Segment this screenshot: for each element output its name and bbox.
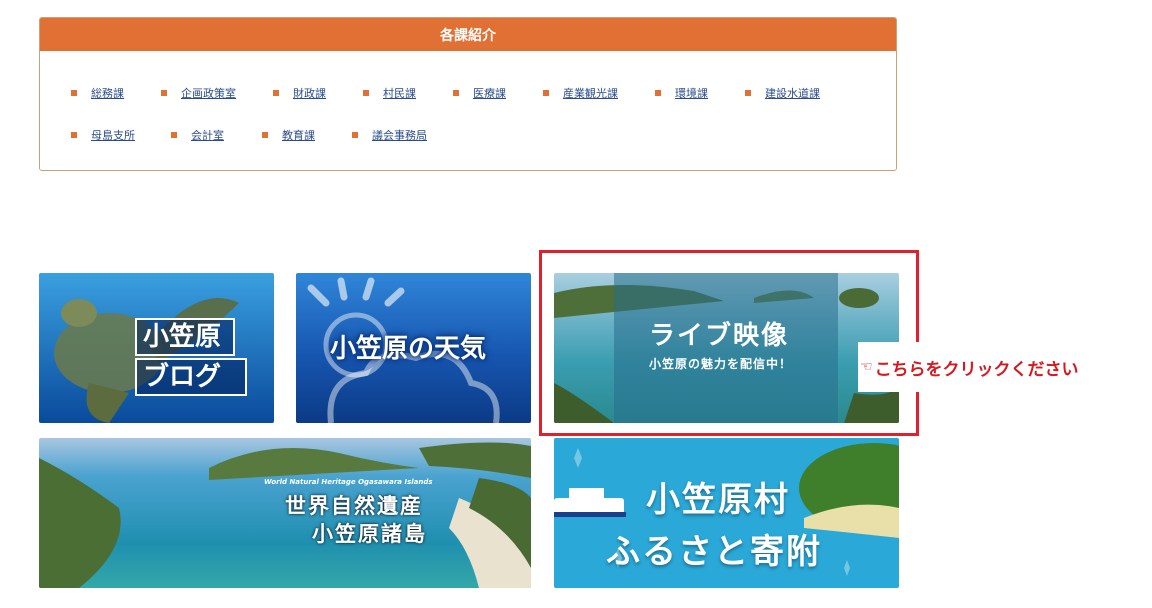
- dept-link-kensetsu[interactable]: 建設水道課: [745, 85, 820, 101]
- blog-title-line2: ブログ: [135, 358, 247, 396]
- dept-link-iryou[interactable]: 医療課: [453, 85, 506, 101]
- bullet-icon: [363, 90, 369, 96]
- click-here-text: こちらをクリックください: [874, 359, 1079, 380]
- dept-link-hahajima[interactable]: 母島支所: [71, 127, 135, 143]
- dept-link-label: 母島支所: [91, 129, 135, 142]
- bullet-icon: [655, 90, 661, 96]
- live-video-title: ライブ映像: [649, 321, 790, 351]
- dept-link-kyouiku[interactable]: 教育課: [262, 127, 315, 143]
- bullet-icon: [161, 90, 167, 96]
- bullet-icon: [543, 90, 549, 96]
- blog-banner-title: 小笠原 ブログ: [135, 318, 247, 398]
- dept-link-label: 環境課: [675, 87, 708, 100]
- dept-link-kankyou[interactable]: 環境課: [655, 85, 708, 101]
- weather-banner-title: 小笠原の天気: [330, 334, 487, 364]
- dept-link-label: 財政課: [293, 87, 326, 100]
- world-heritage-english: World Natural Heritage Ogasawara Islands: [264, 478, 433, 486]
- dept-link-label: 教育課: [282, 129, 315, 142]
- dept-link-label: 企画政策室: [181, 87, 236, 100]
- bullet-icon: [171, 132, 177, 138]
- furusato-donation-banner[interactable]: 小笠原村 ふるさと寄附: [554, 438, 899, 588]
- dept-link-soumu[interactable]: 総務課: [71, 85, 124, 101]
- dept-link-kaikei[interactable]: 会計室: [171, 127, 224, 143]
- bullet-icon: [273, 90, 279, 96]
- department-list: 総務課 企画政策室 財政課 村民課 医療課 産業観光課 環境課 建設水道課 母島…: [40, 51, 896, 171]
- bullet-icon: [745, 90, 751, 96]
- dept-link-sangyou[interactable]: 産業観光課: [543, 85, 618, 101]
- dept-link-zaisei[interactable]: 財政課: [273, 85, 326, 101]
- world-heritage-title-line1: 世界自然遺産: [285, 494, 423, 518]
- furusato-title-line1: 小笠原村: [646, 480, 790, 520]
- dept-link-label: 建設水道課: [765, 87, 820, 100]
- dept-link-label: 会計室: [191, 129, 224, 142]
- click-here-callout: ☜ こちらをクリックください: [858, 342, 1120, 392]
- bullet-icon: [71, 90, 77, 96]
- blog-title-line1: 小笠原: [135, 318, 235, 356]
- dept-link-label: 村民課: [383, 87, 416, 100]
- dept-link-sonmin[interactable]: 村民課: [363, 85, 416, 101]
- world-heritage-banner[interactable]: World Natural Heritage Ogasawara Islands…: [39, 438, 531, 588]
- bullet-icon: [262, 132, 268, 138]
- dept-link-label: 産業観光課: [563, 87, 618, 100]
- bullet-icon: [352, 132, 358, 138]
- live-video-subtitle: 小笠原の魅力を配信中！: [649, 357, 793, 371]
- live-video-banner[interactable]: ライブ映像 小笠原の魅力を配信中！: [554, 273, 899, 423]
- dept-link-label: 議会事務局: [372, 129, 427, 142]
- dept-link-label: 医療課: [473, 87, 506, 100]
- bullet-icon: [71, 132, 77, 138]
- pointing-hand-icon: ☜: [860, 359, 873, 375]
- world-heritage-title-line2: 小笠原諸島: [312, 522, 427, 546]
- dept-link-gikai[interactable]: 議会事務局: [352, 127, 427, 143]
- blog-banner[interactable]: 小笠原 ブログ: [39, 273, 274, 423]
- department-section: 各課紹介 総務課 企画政策室 財政課 村民課 医療課 産業観光課 環境課 建設水…: [39, 17, 897, 171]
- bullet-icon: [453, 90, 459, 96]
- department-section-title: 各課紹介: [40, 18, 896, 51]
- dept-link-label: 総務課: [91, 87, 124, 100]
- weather-banner[interactable]: 小笠原の天気: [296, 273, 531, 423]
- furusato-title-line2: ふるさと寄附: [606, 532, 822, 572]
- dept-link-kikaku[interactable]: 企画政策室: [161, 85, 236, 101]
